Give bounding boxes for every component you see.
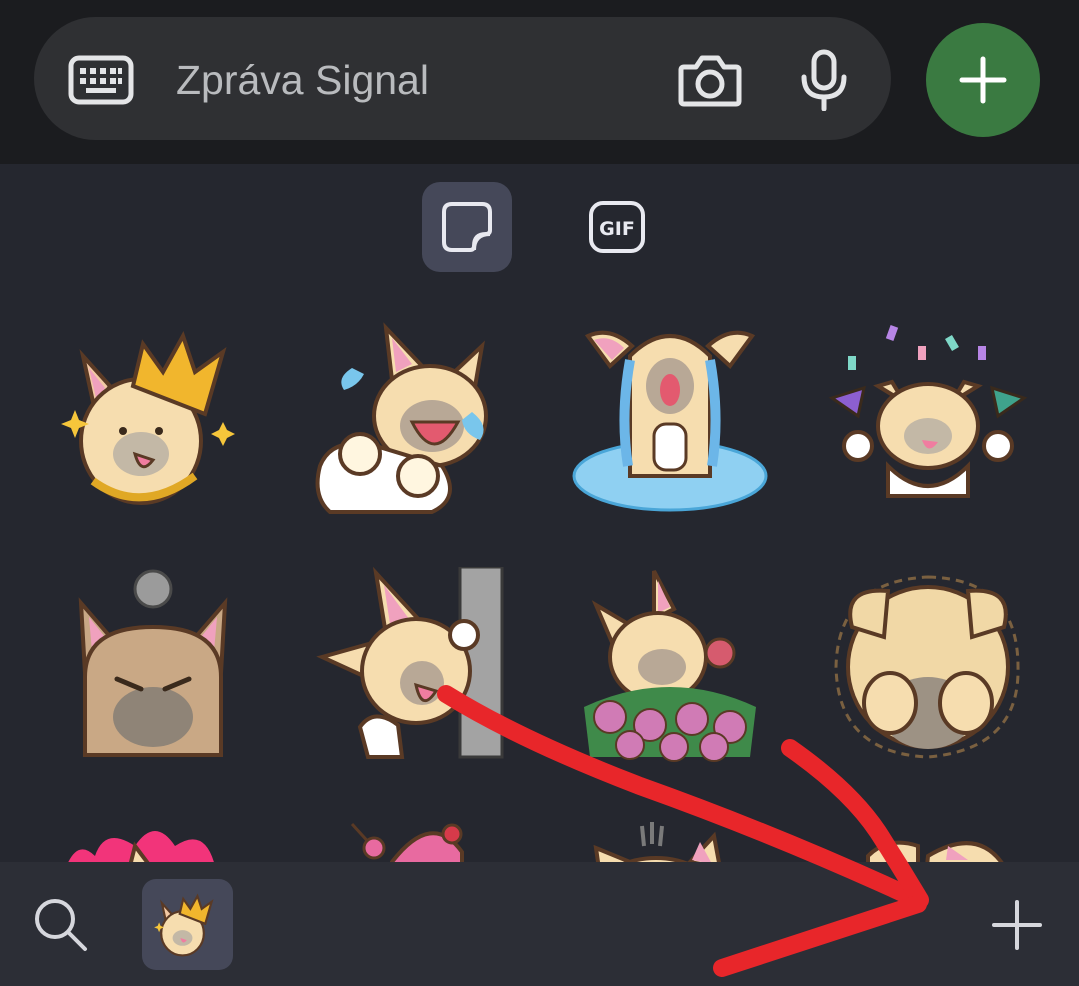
fire-dog-sticker: [68, 831, 214, 862]
sticker-stressed-dog[interactable]: [570, 816, 770, 862]
sticker-peeking-dog[interactable]: [312, 567, 512, 767]
sticker-party-dog[interactable]: [828, 316, 1028, 516]
party-dog-sticker: [828, 325, 1028, 498]
cake-dog-sticker: [350, 822, 464, 862]
gif-icon: GIF: [589, 201, 645, 253]
sticker-flower-dog[interactable]: [570, 567, 770, 767]
dog-partial-sticker: [866, 840, 1004, 862]
covering-eyes-dog-sticker: [834, 575, 1020, 759]
crying-dog-sticker: [315, 322, 488, 514]
search-icon[interactable]: [30, 894, 90, 954]
sticker-panel: GIF: [0, 164, 1079, 862]
message-input[interactable]: Zpráva Signal: [176, 55, 429, 105]
plus-icon: [959, 56, 1007, 104]
sticker-icon: [442, 202, 492, 252]
camera-icon[interactable]: [678, 53, 742, 107]
sticker-crowned-dog[interactable]: [55, 316, 255, 516]
sticker-cake-dog[interactable]: [312, 816, 512, 862]
tab-gif[interactable]: GIF: [570, 182, 660, 272]
sticker-fire-dog[interactable]: [55, 816, 255, 862]
puddle-crying-dog-sticker: [572, 330, 768, 512]
peeking-dog-sticker: [316, 567, 504, 759]
stressed-dog-sticker: [593, 822, 721, 862]
keyboard-icon[interactable]: [68, 55, 134, 105]
message-composer[interactable]: Zpráva Signal: [34, 17, 891, 140]
sticker-dog-partial[interactable]: [828, 816, 1028, 862]
sticker-angry-dog[interactable]: [55, 567, 255, 767]
microphone-icon[interactable]: [798, 49, 850, 111]
composer-bar: Zpráva Signal: [0, 0, 1079, 164]
sticker-crying-dog[interactable]: [312, 316, 512, 516]
attach-button[interactable]: [926, 23, 1040, 137]
tab-stickers[interactable]: [422, 182, 512, 272]
sticker-pack-bar: [0, 862, 1079, 986]
sticker-puddle-crying-dog[interactable]: [570, 316, 770, 516]
sticker-covering-eyes-dog[interactable]: [828, 567, 1028, 767]
flower-dog-sticker: [584, 570, 756, 762]
sticker-pack-tab[interactable]: [142, 879, 233, 970]
crowned-dog-pack-icon: [154, 893, 214, 957]
angry-dog-sticker: [78, 569, 228, 757]
add-sticker-pack-icon[interactable]: [990, 898, 1044, 952]
crowned-dog-sticker: [61, 331, 235, 505]
gif-label: GIF: [599, 218, 635, 240]
